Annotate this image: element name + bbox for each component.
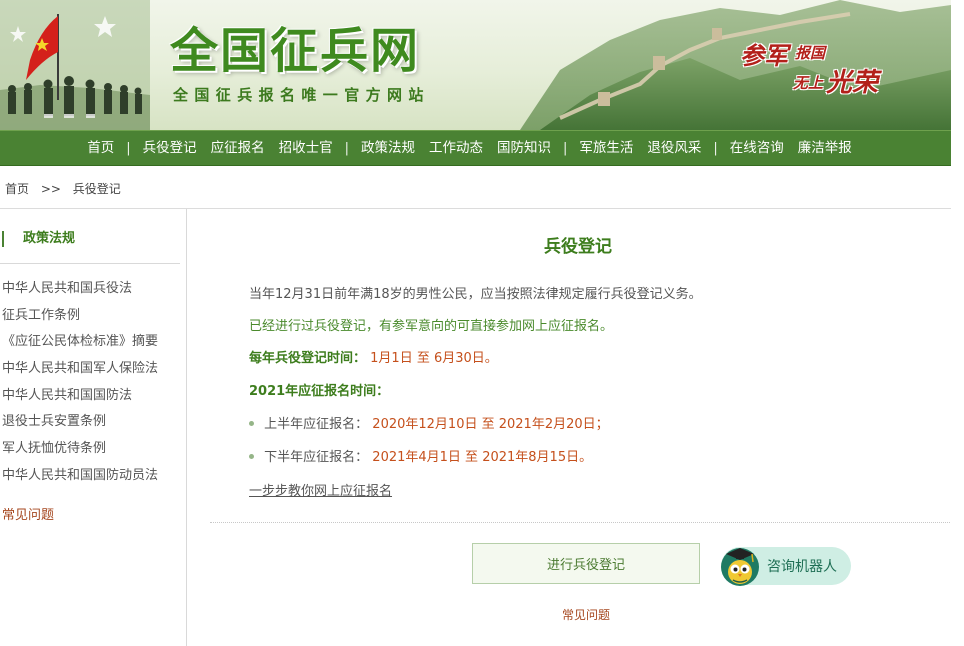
breadcrumb-home[interactable]: 首页 <box>5 182 29 196</box>
slogan-part-1: 参军 <box>740 41 788 70</box>
nav-item-veterans[interactable]: 退役风采 <box>640 130 708 166</box>
sidebar-item-military-pension[interactable]: 军人抚恤优待条例 <box>2 439 158 466</box>
nav-item-news[interactable]: 工作动态 <box>422 130 490 166</box>
nav-item-defense-knowledge[interactable]: 国防知识 <box>490 130 558 166</box>
register-button[interactable]: 进行兵役登记 <box>472 543 700 584</box>
banner-scenery <box>0 0 951 130</box>
site-title: 全国征兵网 <box>170 23 421 79</box>
faq-link[interactable]: 常见问题 <box>562 606 610 623</box>
consult-robot-button[interactable]: 咨询机器人 <box>721 547 851 586</box>
nav-item-enlistment[interactable]: 应征报名 <box>204 130 272 166</box>
sidebar: 政策法规 中华人民共和国兵役法 征兵工作条例 《应征公民体检标准》摘要 中华人民… <box>0 209 187 646</box>
nav-item-integrity-report[interactable]: 廉洁举报 <box>791 130 859 166</box>
slogan-part-3: 无上 <box>793 74 824 92</box>
enlist-time-heading: 2021年应征报名时间： <box>249 384 390 399</box>
sidebar-item-physical-exam-standard[interactable]: 《应征公民体检标准》摘要 <box>2 332 158 359</box>
nav-separator: | <box>713 140 718 156</box>
first-half-label: 上半年应征报名： <box>264 417 369 432</box>
robot-owl-icon <box>721 548 759 586</box>
nav-item-nco-recruit[interactable]: 招收士官 <box>272 130 340 166</box>
sidebar-list: 中华人民共和国兵役法 征兵工作条例 《应征公民体检标准》摘要 中华人民共和国军人… <box>2 279 158 493</box>
sidebar-item-veteran-placement[interactable]: 退役士兵安置条例 <box>2 412 158 439</box>
enlistment-hint-text: 已经进行过兵役登记，有参军意向的可直接参加网上应征报名。 <box>249 319 614 334</box>
content-divider <box>210 522 950 523</box>
second-half-value: 2021年4月1日 至 2021年8月15日。 <box>372 450 593 465</box>
sidebar-divider <box>0 263 180 264</box>
site-subtitle: 全国征兵报名唯一官方网站 <box>173 86 430 104</box>
registration-time-row: 每年兵役登记时间： 1月1日 至 6月30日。 <box>249 347 498 366</box>
nav-item-military-registration[interactable]: 兵役登记 <box>136 130 204 166</box>
slogan-part-4: 光荣 <box>826 68 879 98</box>
registration-requirement-text: 当年12月31日前年满18岁的男性公民，应当按照法律规定履行兵役登记义务。 <box>249 287 702 302</box>
nav-item-home[interactable]: 首页 <box>80 130 121 166</box>
sidebar-item-national-defense-law[interactable]: 中华人民共和国国防法 <box>2 386 158 413</box>
breadcrumb-separator: >> <box>40 182 61 196</box>
page-title: 兵役登记 <box>544 237 612 257</box>
robot-button-label: 咨询机器人 <box>767 559 837 575</box>
breadcrumb-current: 兵役登记 <box>72 182 121 196</box>
first-half-value: 2020年12月10日 至 2021年2月20日； <box>372 417 609 432</box>
sidebar-item-conscription-regulations[interactable]: 征兵工作条例 <box>2 306 158 333</box>
registration-time-value: 1月1日 至 6月30日。 <box>370 351 498 366</box>
sidebar-title: 政策法规 <box>2 231 75 247</box>
slogan-part-2: 报国 <box>795 44 826 62</box>
registration-time-label: 每年兵役登记时间： <box>249 351 367 366</box>
second-half-enlist-row: 下半年应征报名： 2021年4月1日 至 2021年8月15日。 <box>249 446 592 465</box>
nav-item-online-consult[interactable]: 在线咨询 <box>723 130 791 166</box>
nav-separator: | <box>344 140 349 156</box>
main-nav: 首页 | 兵役登记 应征报名 招收士官 | 政策法规 工作动态 国防知识 | 军… <box>0 130 951 166</box>
sidebar-faq-link[interactable]: 常见问题 <box>2 504 54 523</box>
first-half-enlist-row: 上半年应征报名： 2020年12月10日 至 2021年2月20日； <box>249 413 609 432</box>
bullet-icon <box>249 421 254 426</box>
nav-item-policy[interactable]: 政策法规 <box>354 130 422 166</box>
site-banner: 全国征兵网 全国征兵报名唯一官方网站 参军 报国 无上 光荣 <box>0 0 951 130</box>
nav-separator: | <box>126 140 131 156</box>
sidebar-item-military-service-law[interactable]: 中华人民共和国兵役法 <box>2 279 158 306</box>
sidebar-item-defense-mobilization-law[interactable]: 中华人民共和国国防动员法 <box>2 466 158 493</box>
sidebar-item-military-insurance-law[interactable]: 中华人民共和国军人保险法 <box>2 359 158 386</box>
nav-separator: | <box>563 140 568 156</box>
nav-item-military-life[interactable]: 军旅生活 <box>572 130 640 166</box>
breadcrumb: 首页 >> 兵役登记 <box>5 180 129 197</box>
second-half-label: 下半年应征报名： <box>264 450 369 465</box>
enlist-guide-link[interactable]: 一步步教你网上应征报名 <box>249 480 392 499</box>
bullet-icon <box>249 454 254 459</box>
